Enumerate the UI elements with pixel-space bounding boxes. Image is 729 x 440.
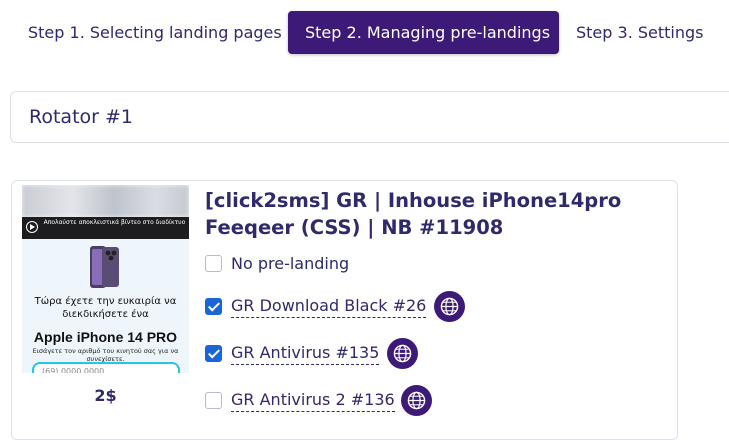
globe-icon[interactable] bbox=[401, 385, 432, 416]
offer-price: 2$ bbox=[94, 386, 117, 405]
rotator-panel[interactable]: Rotator #1 bbox=[10, 91, 729, 143]
option-link[interactable]: GR Download Black #26 bbox=[231, 295, 427, 318]
rotator-title: Rotator #1 bbox=[29, 106, 133, 128]
option-link[interactable]: GR Antivirus 2 #136 bbox=[231, 389, 395, 412]
tab-step-1[interactable]: Step 1. Selecting landing pages bbox=[11, 11, 299, 54]
blurred-header bbox=[22, 185, 189, 217]
offer-thumbnail: Απολαύστε αποκλειστικά βίντεο στο διαδίκ… bbox=[22, 185, 189, 373]
checkbox-checked[interactable] bbox=[205, 345, 222, 362]
globe-icon[interactable] bbox=[434, 291, 465, 322]
thumbnail-hint: Εισάγετε τον αριθμό του κινητού σας για … bbox=[32, 347, 179, 363]
option-label: No pre-landing bbox=[231, 254, 350, 273]
tab-step-2[interactable]: Step 2. Managing pre-landings bbox=[288, 11, 559, 54]
option-no-prelanding[interactable]: No pre-landing bbox=[205, 252, 365, 276]
option-link[interactable]: GR Antivirus #135 bbox=[231, 342, 380, 365]
thumbnail-product: Apple iPhone 14 PRO bbox=[33, 329, 178, 345]
globe-icon[interactable] bbox=[387, 338, 418, 369]
checkbox-checked[interactable] bbox=[205, 298, 222, 315]
play-icon bbox=[26, 221, 38, 233]
option-gr-antivirus-2-136[interactable]: GR Antivirus 2 #136 bbox=[205, 385, 440, 416]
option-gr-antivirus-135[interactable]: GR Antivirus #135 bbox=[205, 338, 425, 369]
thumbnail-banner: Απολαύστε αποκλειστικά βίντεο στο διαδίκ… bbox=[22, 217, 189, 239]
offer-title: [click2sms] GR | Inhouse iPhone14pro Fee… bbox=[205, 189, 622, 239]
option-gr-download-black[interactable]: GR Download Black #26 bbox=[205, 291, 475, 322]
checkbox[interactable] bbox=[205, 255, 222, 272]
checkbox[interactable] bbox=[205, 392, 222, 409]
banner-text: Απολαύστε αποκλειστικά βίντεο στο διαδίκ… bbox=[43, 219, 186, 226]
tab-step-3[interactable]: Step 3. Settings bbox=[559, 11, 721, 54]
step-tabs: Step 1. Selecting landing pages Step 2. … bbox=[0, 0, 729, 64]
thumbnail-phone-field: (69) 0000 0000 bbox=[32, 362, 180, 373]
thumbnail-offer-text: Τώρα έχετε την ευκαιρία να διεκδικήσετε … bbox=[34, 296, 177, 320]
phone-image bbox=[90, 246, 119, 288]
